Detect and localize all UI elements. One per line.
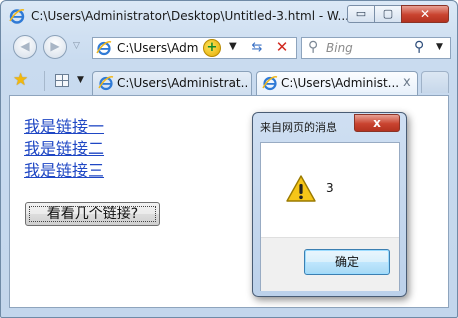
navigation-bar: ◀ ▶ ▽ C:\Users\Adm + ▼ ⇆ ✕ ⚲ Bing ⚲ ▼ (1, 33, 457, 63)
browser-window: C:\Users\Administrator\Desktop\Untitled-… (0, 0, 458, 318)
link-2[interactable]: 我是链接二 (24, 135, 104, 159)
tab-2-active[interactable]: C:\Users\Administ... x (256, 71, 418, 95)
compatibility-view-icon[interactable]: + (203, 39, 221, 57)
search-icon[interactable]: ⚲ (414, 39, 424, 55)
history-dropdown-icon[interactable]: ▽ (73, 41, 80, 51)
search-input[interactable]: Bing (326, 41, 353, 55)
title-bar[interactable]: C:\Users\Administrator\Desktop\Untitled-… (1, 1, 457, 31)
tab-ie-icon (262, 76, 278, 91)
dialog-message: 3 (326, 181, 334, 195)
stop-icon[interactable]: ✕ (273, 38, 291, 56)
address-input[interactable]: C:\Users\Adm (117, 41, 199, 55)
maximize-button[interactable]: ▢ (374, 5, 402, 23)
dialog-close-button[interactable]: x (354, 114, 400, 132)
forward-button[interactable]: ▶ (43, 35, 67, 59)
forward-arrow-icon: ▶ (50, 39, 60, 53)
tab-label: C:\Users\Administrat... (117, 76, 247, 90)
search-dropdown-icon[interactable]: ▼ (436, 42, 443, 52)
maximize-icon: ▢ (382, 7, 394, 20)
tab-ie-icon (98, 76, 114, 91)
address-dropdown-icon[interactable]: ▼ (229, 41, 237, 52)
dialog-title: 来自网页的消息 (260, 121, 337, 134)
count-links-button[interactable]: 看看几个链接? (25, 202, 160, 226)
ok-button[interactable]: 确定 (304, 249, 390, 275)
close-icon: ✕ (419, 7, 431, 21)
address-bar[interactable]: C:\Users\Adm + ▼ ⇆ ✕ (92, 37, 297, 59)
close-window-button[interactable]: ✕ (401, 5, 449, 23)
ie-logo-icon (9, 9, 25, 24)
new-tab-button[interactable] (421, 71, 449, 93)
quick-tabs-button[interactable]: ▼ (53, 71, 87, 91)
close-tab-icon[interactable]: x (403, 75, 411, 90)
refresh-icon[interactable]: ⇆ (248, 40, 266, 56)
window-title: C:\Users\Administrator\Desktop\Untitled-… (31, 9, 349, 23)
quick-tabs-icon (55, 74, 69, 87)
dialog-body: 3 确定 (260, 142, 400, 291)
back-button[interactable]: ◀ (13, 35, 37, 59)
link-1[interactable]: 我是链接一 (24, 113, 104, 137)
tab-list-dropdown-icon[interactable]: ▼ (77, 75, 84, 85)
tab-bar: ★ ▼ C:\Users\Administrat... C:\Users\Adm… (1, 67, 457, 95)
tab-label: C:\Users\Administ... (281, 76, 399, 90)
close-icon: x (373, 116, 381, 130)
search-box[interactable]: ⚲ Bing ⚲ ▼ (301, 37, 451, 59)
minimize-button[interactable]: ▭ (347, 5, 375, 23)
link-3[interactable]: 我是链接三 (24, 157, 104, 181)
back-arrow-icon: ◀ (20, 39, 30, 53)
search-provider-icon: ⚲ (308, 39, 319, 55)
alert-dialog: 来自网页的消息 x 3 确定 (252, 112, 407, 297)
tab-1[interactable]: C:\Users\Administrat... (92, 71, 252, 95)
favorites-star-icon[interactable]: ★ (13, 70, 28, 90)
dialog-button-area: 确定 (261, 237, 399, 291)
minimize-icon: ▭ (355, 7, 367, 20)
page-ie-icon (96, 41, 112, 56)
toolbar-divider (44, 71, 45, 91)
focus-ring (29, 206, 156, 222)
warning-icon (286, 175, 316, 202)
